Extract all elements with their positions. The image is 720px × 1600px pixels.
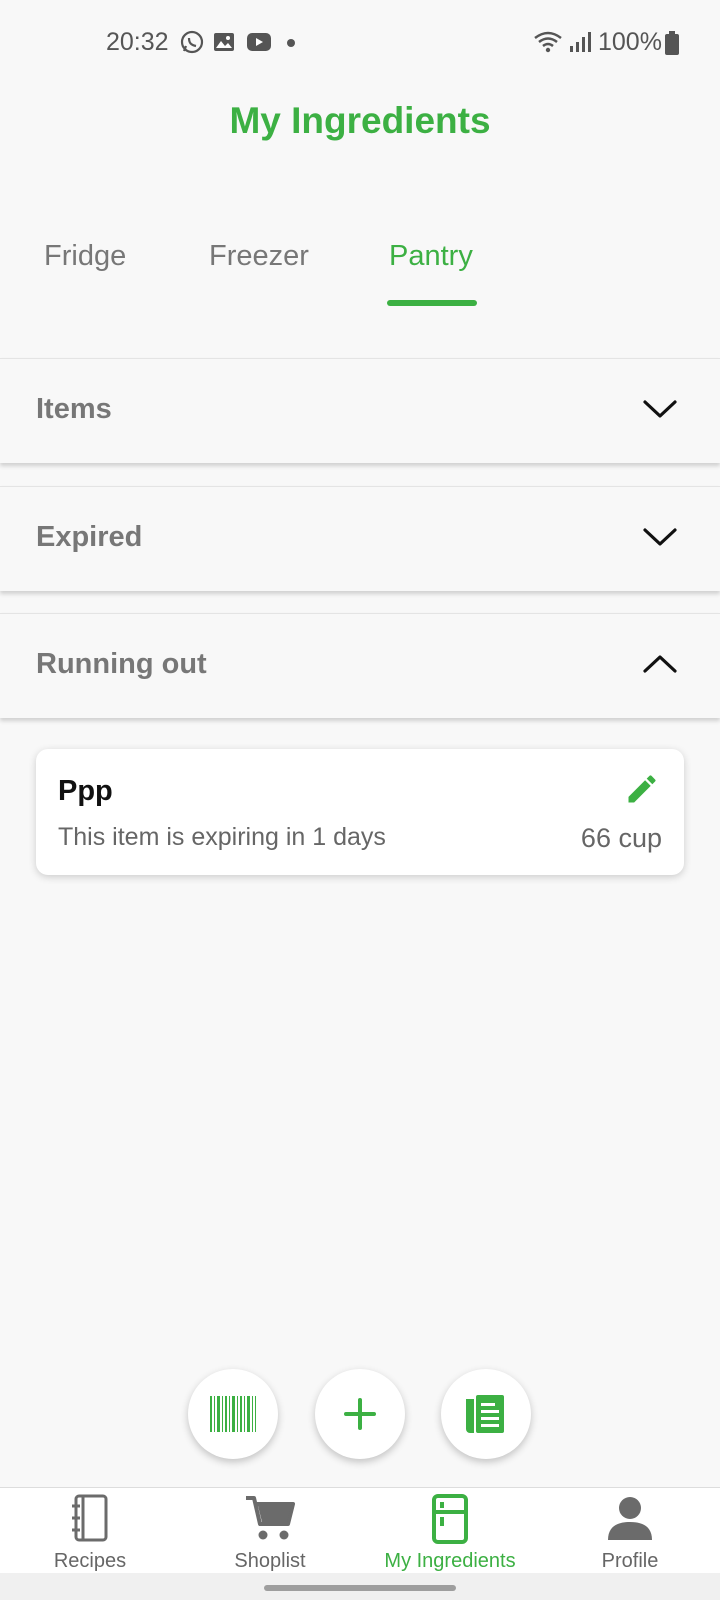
chevron-down-icon[interactable] [642, 523, 678, 551]
chevron-down-icon[interactable] [642, 395, 678, 423]
scan-receipt-button[interactable] [441, 1369, 531, 1459]
ingredient-name: Ppp [58, 775, 113, 807]
battery-level: 100% [598, 28, 662, 56]
signal-icon [570, 32, 591, 52]
edit-icon[interactable] [624, 771, 660, 807]
ingredient-expiry-text: This item is expiring in 1 days [58, 823, 386, 851]
notebook-icon [72, 1494, 108, 1542]
nav-shoplist[interactable]: Shoplist [200, 1488, 340, 1574]
nav-profile-label: Profile [601, 1550, 659, 1572]
nav-profile[interactable]: Profile [560, 1488, 700, 1574]
chevron-up-icon[interactable] [642, 650, 678, 678]
ingredient-card[interactable]: Ppp This item is expiring in 1 days 66 c… [36, 749, 684, 875]
active-tab-indicator [387, 300, 477, 306]
nav-recipes-label: Recipes [53, 1550, 127, 1572]
tab-freezer[interactable]: Freezer [209, 240, 309, 273]
page-title: My Ingredients [229, 100, 491, 141]
tab-pantry[interactable]: Pantry [389, 240, 473, 273]
section-expired[interactable]: Expired [0, 486, 720, 591]
plus-icon [344, 1398, 376, 1430]
battery-icon [665, 31, 679, 55]
fridge-icon [432, 1494, 468, 1544]
ingredient-quantity: 66 cup [580, 823, 662, 853]
wifi-icon [534, 31, 562, 53]
receipt-icon [466, 1395, 504, 1433]
barcode-icon [210, 1396, 256, 1432]
bottom-navigation: Recipes Shoplist My Ingredients Profile [0, 1487, 720, 1574]
dot-icon [287, 39, 295, 47]
nav-my-ingredients[interactable]: My Ingredients [370, 1488, 530, 1574]
nav-recipes[interactable]: Recipes [20, 1488, 160, 1574]
cart-icon [246, 1496, 295, 1540]
add-ingredient-button[interactable] [315, 1369, 405, 1459]
home-gesture-bar[interactable] [264, 1585, 456, 1591]
section-items[interactable]: Items [0, 358, 720, 463]
section-items-label: Items [36, 393, 112, 425]
youtube-icon [247, 33, 271, 51]
whatsapp-icon [180, 30, 204, 54]
section-expired-label: Expired [36, 521, 143, 553]
tab-fridge[interactable]: Fridge [44, 240, 126, 273]
nav-my-ingredients-label: My Ingredients [384, 1550, 516, 1572]
status-time: 20:32 [106, 28, 169, 56]
gallery-icon [214, 33, 234, 51]
nav-shoplist-label: Shoplist [234, 1550, 306, 1572]
person-icon [608, 1497, 652, 1540]
section-running-out[interactable]: Running out [0, 613, 720, 718]
section-running-out-label: Running out [36, 648, 207, 680]
scan-barcode-button[interactable] [188, 1369, 278, 1459]
